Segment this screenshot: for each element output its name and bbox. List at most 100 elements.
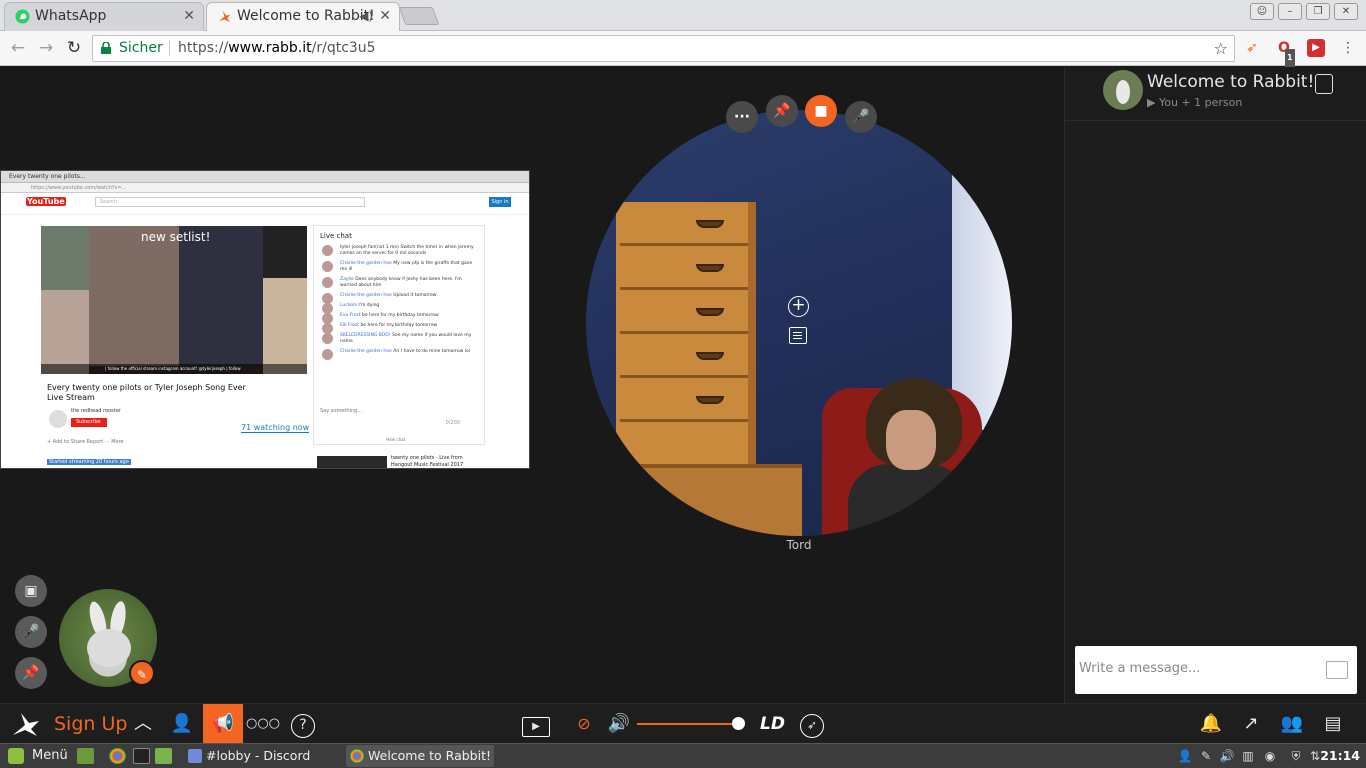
room-participants[interactable]: ▶ You + 1 person	[1147, 96, 1242, 109]
unlock-icon[interactable]	[1315, 74, 1333, 94]
channel-avatar	[49, 410, 67, 428]
quality-label[interactable]: LD	[760, 704, 785, 744]
tab-close-icon[interactable]: ✕	[379, 3, 391, 30]
speaker-icon[interactable]: ◀)	[359, 3, 373, 30]
ticket-icon[interactable]: ✎	[129, 660, 155, 686]
webcam-person-face	[886, 410, 936, 470]
remote-user-name: Tord	[786, 538, 812, 552]
show-desktop-icon[interactable]	[77, 748, 94, 764]
related-video-thumbnail[interactable]	[317, 456, 387, 468]
discord-icon[interactable]: ◉	[1262, 748, 1278, 764]
clipboard-icon[interactable]: ▥	[1240, 748, 1256, 764]
more-options-icon[interactable]: ○○○	[246, 704, 280, 744]
drawer-handle	[696, 396, 724, 404]
related-video-title[interactable]: twenty one pilots - Live from Hangout Mu…	[391, 455, 481, 468]
more-icon[interactable]: ···	[726, 101, 758, 133]
media-extension-icon[interactable]: ▶	[1307, 39, 1325, 57]
tab-title: Welcome to Rabbit!	[237, 8, 375, 24]
address-bar[interactable]: Sicher https://www.rabb.it/r/qtc3u5 ☆	[92, 35, 1235, 62]
user-icon[interactable]: 👤	[1177, 748, 1193, 764]
youtube-search-input[interactable]: Search	[95, 197, 365, 207]
pin-icon[interactable]: 📌	[766, 95, 798, 127]
chrome-icon[interactable]	[109, 748, 126, 764]
forward-icon[interactable]: →	[35, 37, 57, 59]
chat-bubble-icon[interactable]	[789, 327, 807, 344]
taskbar-item-rabbit[interactable]: Welcome to Rabbit! ...	[346, 745, 494, 767]
youtube-video-player[interactable]: new setlist! | follow the official strea…	[41, 226, 307, 374]
remote-control-icon[interactable]: ➶	[797, 704, 827, 744]
pin-icon[interactable]: 📌	[15, 657, 47, 689]
profile-icon[interactable]: ☺	[1250, 3, 1274, 20]
megaphone-icon[interactable]: 📢	[203, 704, 243, 744]
sign-up-link[interactable]: Sign Up	[54, 704, 127, 744]
shared-browser-tab: Every twenty one pilots...	[1, 171, 529, 183]
bell-icon[interactable]: 🔔	[1196, 704, 1226, 744]
collage-tile	[41, 290, 89, 374]
message-box	[1075, 646, 1357, 694]
folder-icon[interactable]	[155, 748, 172, 764]
webcam-window	[952, 170, 1012, 430]
os-taskbar: Menü #lobby - Discord Welcome to Rabbit!…	[0, 743, 1366, 768]
restore-button[interactable]: ❐	[1306, 3, 1330, 20]
mic-muted-icon[interactable]: 🎤	[15, 616, 47, 648]
clock: 21:14	[1320, 748, 1360, 763]
play-screen-icon[interactable]: ▶	[520, 704, 552, 744]
collage-tile	[263, 226, 307, 278]
tab-rabbit[interactable]: Welcome to Rabbit! ◀) ✕	[206, 2, 400, 31]
subscribe-button[interactable]: Subscribe	[71, 418, 107, 427]
rabbit-logo-icon[interactable]	[8, 704, 44, 744]
chat-message: SKELEDRESSING BOO! See my name if you wo…	[314, 331, 484, 347]
start-menu-button[interactable]: Menü	[8, 744, 68, 768]
opera-extension-icon[interactable]: O1	[1275, 39, 1295, 67]
add-user-icon[interactable]: 👤+	[166, 704, 198, 768]
friends-icon[interactable]: 👥	[1276, 704, 1308, 744]
shared-screen-video[interactable]: Every twenty one pilots... https://www.y…	[0, 170, 530, 469]
webcam-cabinet	[616, 464, 802, 536]
chat-message: Charlie the garden hoe My new pfp is the…	[314, 259, 484, 275]
pen-icon[interactable]: ✎	[1198, 748, 1214, 764]
reload-icon[interactable]: ↻	[63, 37, 85, 59]
volume-slider-knob[interactable]	[732, 717, 745, 730]
window-controls: ☺ – ❐ ✕	[1250, 3, 1358, 20]
chat-icon[interactable]: ▤	[1318, 704, 1348, 744]
chat-input[interactable]: Say something...	[320, 408, 362, 414]
task-label: #lobby - Discord	[206, 748, 311, 763]
mic-muted-icon[interactable]: 🎤	[845, 101, 877, 133]
tab-close-icon[interactable]: ✕	[183, 3, 195, 30]
menu-dots-icon[interactable]: ⋮	[1339, 39, 1357, 57]
taskbar-item-discord[interactable]: #lobby - Discord	[184, 745, 342, 767]
terminal-icon[interactable]	[133, 748, 150, 764]
hd-off-icon[interactable]: ⊘	[569, 704, 599, 744]
remote-webcam[interactable]	[586, 110, 1012, 536]
volume-slider[interactable]	[637, 723, 737, 725]
trending-icon[interactable]: ↗	[1236, 704, 1266, 744]
minimize-button[interactable]: –	[1278, 3, 1302, 20]
stream-started: Started streaming 20 hours ago	[47, 459, 131, 465]
webcam-person-body	[848, 464, 968, 536]
youtube-logo: YouTube	[26, 197, 66, 206]
message-input[interactable]	[1079, 650, 1319, 686]
chat-messages: tyler joseph fan(not 1 mo) Switch the ti…	[314, 243, 484, 360]
rabbit-icon	[218, 10, 231, 23]
bookmark-star-icon[interactable]: ☆	[1214, 36, 1228, 61]
youtube-signin-button[interactable]: Sign in	[489, 197, 511, 207]
tab-whatsapp[interactable]: WhatsApp ✕	[4, 2, 204, 31]
back-icon[interactable]: ←	[7, 37, 29, 59]
close-button[interactable]: ✕	[1334, 3, 1358, 20]
add-icon[interactable]: +	[788, 296, 809, 317]
new-tab-button[interactable]	[398, 7, 440, 25]
drawer	[620, 294, 748, 334]
chevron-up-icon[interactable]: ︿	[128, 704, 158, 744]
hide-chat-button[interactable]: Hide chat	[386, 437, 405, 442]
camera-icon[interactable]: ■	[805, 95, 837, 127]
shield-icon[interactable]: ⛨	[1288, 748, 1304, 764]
volume-icon[interactable]: 🔊	[603, 704, 635, 744]
volume-icon[interactable]: 🔊	[1219, 748, 1235, 764]
drawer-handle	[696, 220, 724, 228]
help-icon[interactable]: ?	[289, 704, 317, 744]
watching-count: 71 watching now	[241, 423, 310, 433]
rabbit-extension-icon[interactable]: ➶	[1243, 39, 1261, 57]
image-upload-icon[interactable]	[1326, 661, 1348, 679]
youtube-live-chat: Live chat tyler joseph fan(not 1 mo) Swi…	[313, 225, 485, 445]
camera-off-icon[interactable]: ▣	[15, 575, 47, 607]
